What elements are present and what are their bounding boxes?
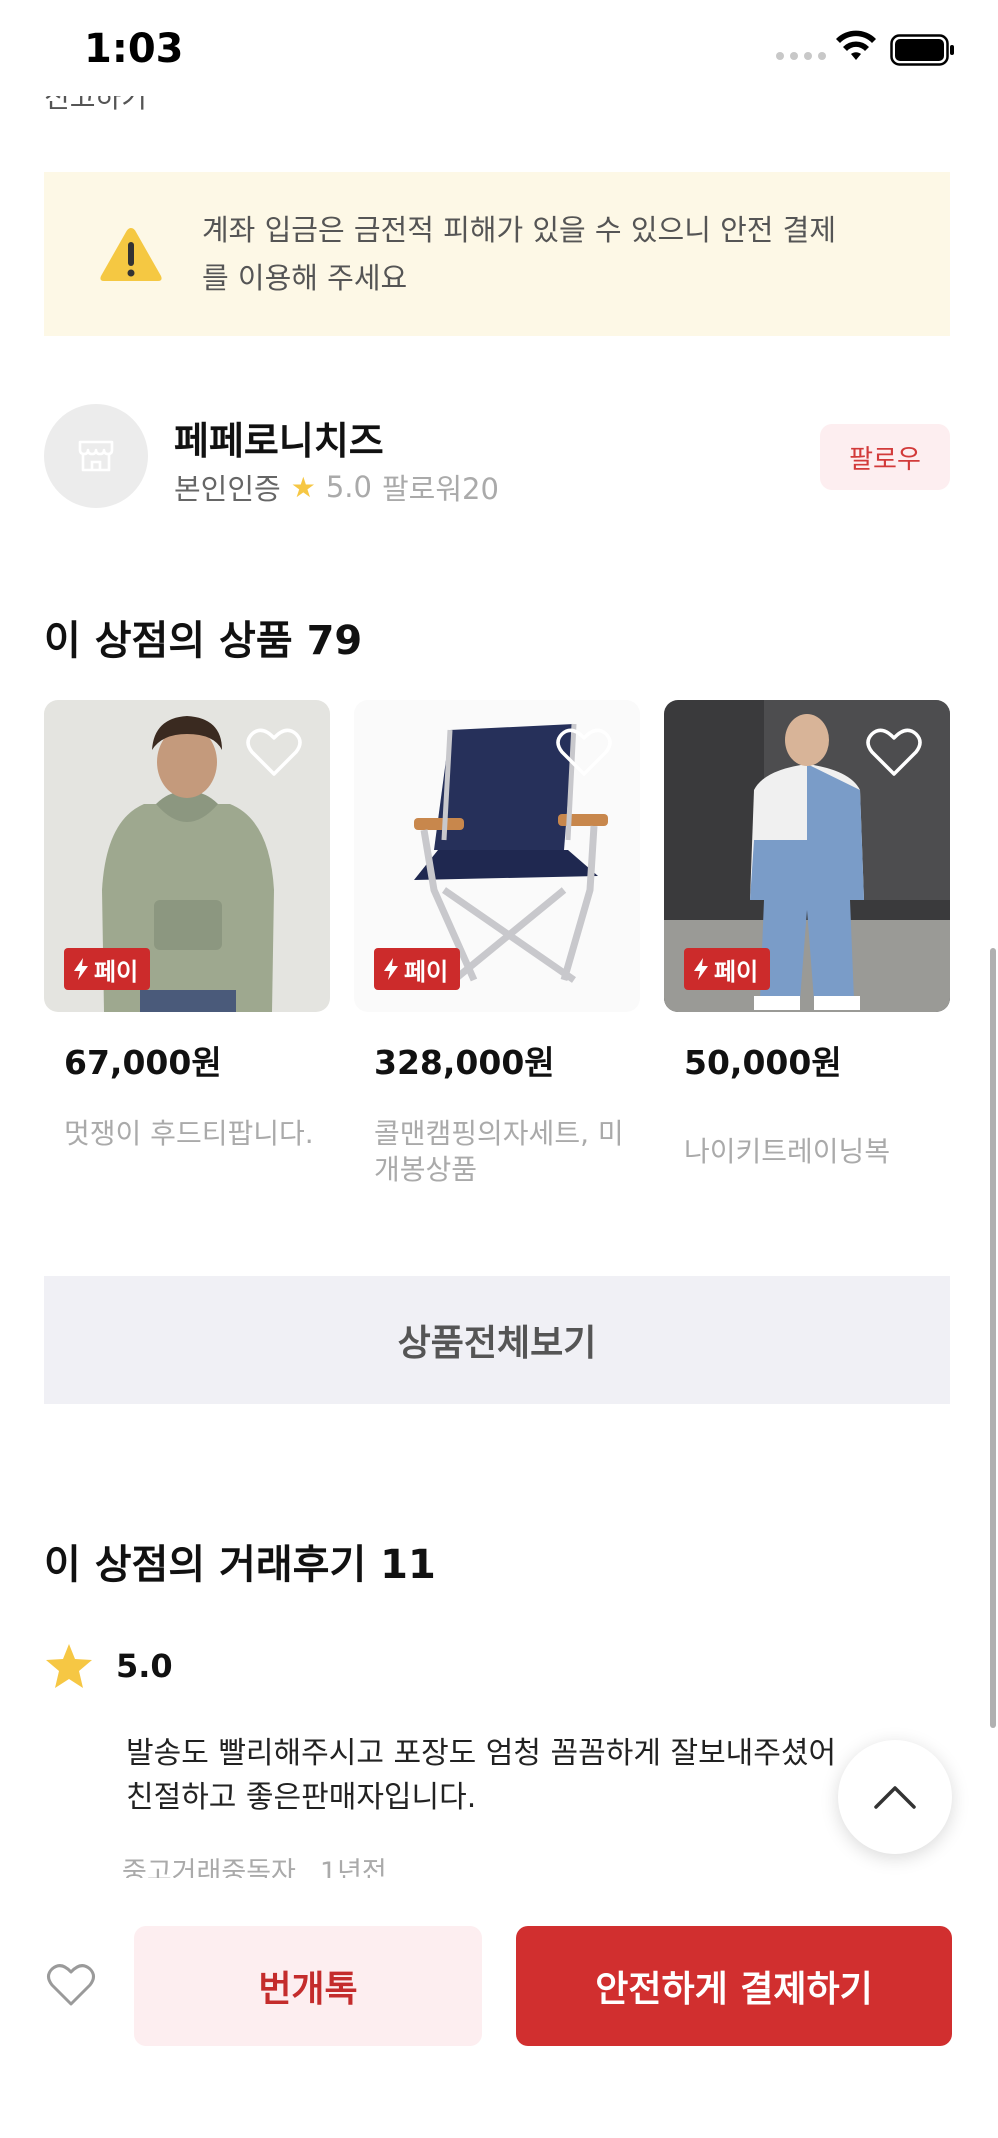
lightning-icon <box>74 958 88 980</box>
view-all-products-button[interactable]: 상품전체보기 <box>44 1276 950 1404</box>
reviewer-name[interactable]: 중고거래중독자 <box>122 1850 296 1878</box>
follow-button[interactable]: 팔로우 <box>820 424 950 490</box>
reviews-section-title: 이 상점의 거래후기 11 <box>44 1542 436 1588</box>
wifi-icon <box>836 30 876 60</box>
review-text: 발송도 빨리해주시고 포장도 엄청 꼼꼼하게 잘보내주셨어 친절하고 좋은판매자… <box>126 1736 837 1815</box>
safe-pay-button[interactable]: 안전하게 결제하기 <box>516 1926 952 2046</box>
lightning-icon <box>694 958 708 980</box>
review-rating: 5.0 <box>44 1642 173 1690</box>
product-image-chair[interactable]: 페이 <box>354 700 640 1012</box>
heart-icon[interactable] <box>46 1962 96 2008</box>
seller-meta: 본인인증 ★ 5.0 팔로워20 <box>174 466 499 508</box>
review-meta: 중고거래중독자 1년전 <box>122 1850 387 1878</box>
bottom-action-bar: 번개톡 안전하게 결제하기 <box>0 1880 998 2138</box>
heart-icon[interactable] <box>246 726 302 778</box>
status-bar: 1:03 <box>0 0 998 100</box>
product-card[interactable]: 페이 328,000원 콜맨캠핑의자세트, 미개봉상품 <box>354 700 640 1188</box>
product-name: 멋쟁이 후드티팝니다. <box>64 1117 314 1150</box>
scroll-to-top-button[interactable] <box>838 1740 952 1854</box>
report-link[interactable]: 신고하기 <box>44 96 147 122</box>
product-price: 67,000원 <box>64 1043 222 1082</box>
product-price: 328,000원 <box>374 1043 555 1082</box>
product-price: 50,000원 <box>684 1043 842 1082</box>
heart-icon[interactable] <box>556 726 612 778</box>
store-icon <box>78 440 114 472</box>
shop-avatar[interactable] <box>44 404 148 508</box>
battery-icon <box>890 34 954 66</box>
scrollbar[interactable] <box>990 948 996 1728</box>
pay-badge: 페이 <box>64 948 151 990</box>
pay-badge: 페이 <box>684 948 771 990</box>
lightning-icon <box>384 958 398 980</box>
product-card[interactable]: 페이 67,000원 멋쟁이 후드티팝니다. <box>44 700 330 1152</box>
seller-info: 페페로니치즈 본인인증 ★ 5.0 팔로워20 팔로우 <box>44 404 950 508</box>
product-image-hoodie[interactable]: 페이 <box>44 700 330 1012</box>
chevron-up-icon <box>874 1786 916 1809</box>
heart-icon[interactable] <box>866 726 922 778</box>
product-name: 콜맨캠핑의자세트, 미개봉상품 <box>374 1117 624 1186</box>
product-image-tracksuit[interactable]: 페이 <box>664 700 950 1012</box>
seller-rating: 5.0 <box>325 470 372 504</box>
review-rating-value: 5.0 <box>116 1647 173 1685</box>
status-time: 1:03 <box>84 26 184 72</box>
product-card[interactable]: 페이 50,000원 나이키트레이닝복 <box>664 700 950 1170</box>
seller-name[interactable]: 페페로니치즈 <box>174 410 384 465</box>
verified-label: 본인인증 <box>174 472 281 506</box>
review-time: 1년전 <box>319 1857 387 1878</box>
seller-followers: 팔로워20 <box>381 472 499 506</box>
product-name: 나이키트레이닝복 <box>684 1135 891 1168</box>
safe-payment-warning: 계좌 입금은 금전적 피해가 있을 수 있으니 안전 결제를 이용해 주세요 <box>44 172 950 336</box>
star-icon: ★ <box>290 470 316 504</box>
chat-button[interactable]: 번개톡 <box>134 1926 482 2046</box>
star-icon <box>46 1644 92 1688</box>
pay-badge: 페이 <box>374 948 461 990</box>
warning-text: 계좌 입금은 금전적 피해가 있을 수 있으니 안전 결제를 이용해 주세요 <box>202 213 837 295</box>
signal-dots-icon <box>776 52 826 60</box>
product-carousel[interactable]: 페이 67,000원 멋쟁이 후드티팝니다. 페이 328,000원 콜맨캠핑의… <box>44 700 950 1200</box>
warning-triangle-icon <box>100 228 162 281</box>
products-section-title: 이 상점의 상품 79 <box>44 618 363 664</box>
